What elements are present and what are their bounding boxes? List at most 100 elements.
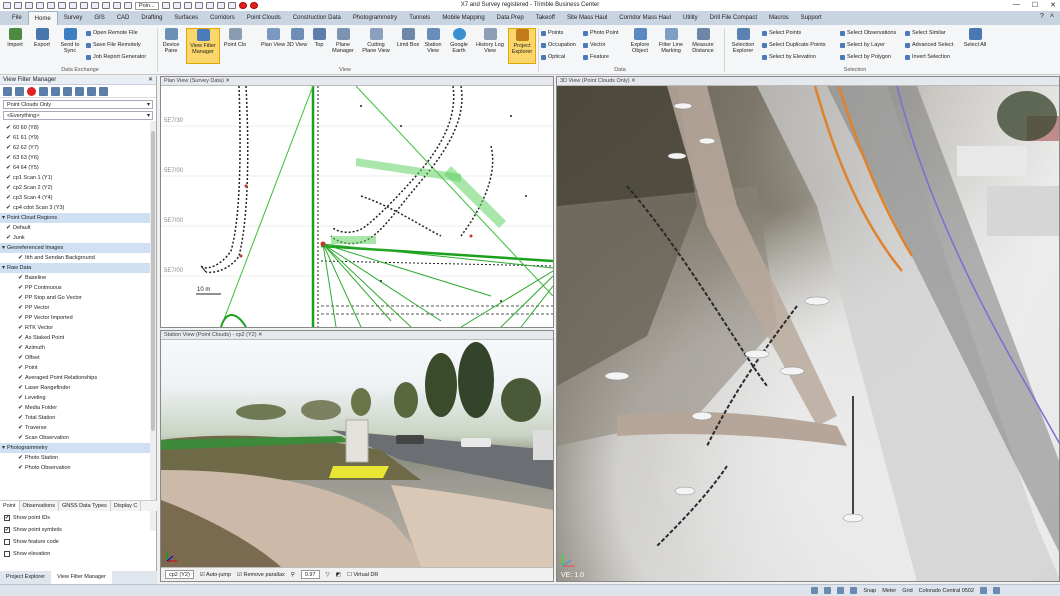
plane-manager-button[interactable]: Plane Manager xyxy=(329,28,357,64)
status-tool-icon[interactable] xyxy=(850,587,858,594)
tree-item[interactable]: ✔ PP Stop and Go Vector xyxy=(0,293,156,303)
undo-icon[interactable] xyxy=(47,2,55,9)
display-option-checkbox[interactable]: Show elevation xyxy=(0,548,157,560)
expand-icon[interactable]: ▾ xyxy=(2,243,5,253)
menu-tab[interactable]: CAD xyxy=(111,11,136,25)
expand-icon[interactable]: ▾ xyxy=(2,263,5,273)
checkbox-icon[interactable]: ✔ xyxy=(18,343,23,353)
checkbox-icon[interactable]: ✔ xyxy=(18,373,23,383)
menu-tab[interactable]: Point Clouds xyxy=(241,11,287,25)
checkbox-icon[interactable]: ✔ xyxy=(18,413,23,423)
menu-tab[interactable]: Mobile Mapping xyxy=(436,11,490,25)
tree-item[interactable]: ✔ 60 60 (Y8) xyxy=(0,123,156,133)
checkbox-icon[interactable]: ✔ xyxy=(6,153,11,163)
snap-icon[interactable] xyxy=(69,2,77,9)
checkbox-icon[interactable]: ✔ xyxy=(18,333,23,343)
record-icon[interactable] xyxy=(238,2,247,9)
filter-line-marking-button[interactable]: Filter Line Marking xyxy=(655,28,687,64)
tree-item[interactable]: ✔ Scan Observation xyxy=(0,433,156,443)
menu-tab[interactable]: Construction Data xyxy=(287,11,347,25)
checkbox-icon[interactable]: ✔ xyxy=(18,453,23,463)
filter-category-tab[interactable]: Point xyxy=(0,501,20,511)
tree-item[interactable]: ✔ cp1 Scan 1 (Y1) xyxy=(0,173,156,183)
station-photo[interactable] xyxy=(161,340,553,567)
checkbox-icon[interactable]: ✔ xyxy=(18,393,23,403)
remove-parallax-checkbox[interactable]: ☑ Remove parallax xyxy=(237,572,285,578)
cube-icon[interactable] xyxy=(75,86,84,96)
zoom-icon[interactable] xyxy=(102,2,110,9)
menu-tab[interactable]: Support xyxy=(795,11,828,25)
panel-tab[interactable]: View Filter Manager xyxy=(51,571,112,584)
checkbox-icon[interactable]: ✔ xyxy=(18,313,23,323)
checkbox-icon[interactable]: ✔ xyxy=(6,223,11,233)
select-all-button[interactable]: Select All xyxy=(962,28,988,64)
vector-button[interactable]: Vector xyxy=(583,42,606,48)
open-icon[interactable] xyxy=(25,2,33,9)
cube-icon[interactable] xyxy=(183,2,192,9)
tree-item[interactable]: ✔ Photo Observation xyxy=(0,463,156,473)
device-pane-button[interactable]: Device Pane xyxy=(158,28,184,64)
checkbox-icon[interactable]: ✔ xyxy=(18,253,23,263)
selection-explorer-button[interactable]: Selection Explorer xyxy=(728,28,758,64)
quick-search-box[interactable]: Poin... xyxy=(135,1,159,10)
filter-category-tab[interactable]: GNSS Data Types xyxy=(59,501,111,511)
pan-icon[interactable] xyxy=(113,2,121,9)
open-remote-file-button[interactable]: Open Remote File xyxy=(86,30,138,36)
help-icon[interactable]: ? xyxy=(1040,13,1044,20)
station-view-tab[interactable]: Station View (Point Clouds) - cp2 (Y2) ✕ xyxy=(161,331,553,340)
menu-tab[interactable]: Tunnels xyxy=(403,11,436,25)
expand-icon[interactable]: ▾ xyxy=(2,213,5,223)
select-icon[interactable] xyxy=(161,2,170,9)
tree-section-header[interactable]: ▾ Point Cloud Regions xyxy=(0,213,156,223)
tree-item[interactable]: ✔ Laser Rangefinder xyxy=(0,383,156,393)
checkbox-icon[interactable]: ✔ xyxy=(18,353,23,363)
tree-item[interactable]: ✔ Azimuth xyxy=(0,343,156,353)
filter-category-tab[interactable]: Observations xyxy=(20,501,59,511)
tree-item[interactable]: ✔ 63 63 (Y6) xyxy=(0,153,156,163)
tree-item[interactable]: ✔ Baseline xyxy=(0,273,156,283)
expand-icon[interactable]: ▾ xyxy=(2,443,5,453)
measure-icon[interactable] xyxy=(91,2,99,9)
explore-object-button[interactable]: Explore Object xyxy=(627,28,653,64)
line-icon[interactable] xyxy=(194,2,203,9)
points-button[interactable]: Points xyxy=(541,30,563,36)
menu-tab[interactable]: Home xyxy=(27,11,58,25)
optical-button[interactable]: Optical xyxy=(541,54,565,60)
minimize-icon[interactable]: — xyxy=(1013,1,1020,9)
tree-item[interactable]: ✔ Traverse xyxy=(0,423,156,433)
select-duplicate-points-button[interactable]: Select Duplicate Points xyxy=(762,42,826,48)
photo-point-button[interactable]: Photo Point xyxy=(583,30,618,36)
menu-tab[interactable]: Survey xyxy=(58,11,89,25)
everything-combo[interactable]: <Everything> xyxy=(3,111,153,120)
color-picker-icon[interactable]: ◩ xyxy=(336,572,341,578)
checkbox-icon[interactable]: ✔ xyxy=(18,323,23,333)
tree-item[interactable]: ✔ cp4 cdot Scan 3 (Y3) xyxy=(0,203,156,213)
display-option-checkbox[interactable]: ✔ Show point symbols xyxy=(0,524,157,536)
close-icon[interactable]: ✕ xyxy=(1050,1,1056,9)
point-cloud-button[interactable]: Point Clo xyxy=(222,28,248,64)
point-icon[interactable] xyxy=(216,2,225,9)
zoom-input[interactable]: 0.97 xyxy=(300,570,320,579)
checkbox-icon[interactable]: ✔ xyxy=(18,403,23,413)
station-view[interactable]: Station View (Point Clouds) - cp2 (Y2) ✕ xyxy=(160,330,554,582)
select-by-polygon-button[interactable]: Select by Polygon xyxy=(840,54,891,60)
grid-icon[interactable] xyxy=(124,2,132,9)
cutting-plane-view-button[interactable]: Cutting Plane View xyxy=(360,28,392,64)
checkbox-icon[interactable]: ✔ xyxy=(18,283,23,293)
google-earth-button[interactable]: Google Earth xyxy=(446,28,472,64)
checkbox-icon[interactable]: ✔ xyxy=(4,527,10,533)
station-view-button[interactable]: Station View xyxy=(420,28,446,64)
menu-tab[interactable]: Drill File Compact xyxy=(704,11,763,25)
select-by-elevation-button[interactable]: Select by Elevation xyxy=(762,54,816,60)
plan-view-button[interactable]: Plan View xyxy=(260,28,286,64)
tree-item[interactable]: ✔ As Staked Point xyxy=(0,333,156,343)
grid-toggle[interactable]: Grid xyxy=(902,588,912,594)
status-tool-icon[interactable] xyxy=(980,587,987,594)
layer-icon[interactable] xyxy=(80,2,88,9)
status-tool-icon[interactable] xyxy=(811,587,819,594)
window-icon[interactable] xyxy=(172,2,181,9)
coordinate-system[interactable]: Colorado Central 0502 xyxy=(919,588,974,594)
tree-item[interactable]: ✔ Media Folder xyxy=(0,403,156,413)
tree-item[interactable]: ✔ 62 62 (Y7) xyxy=(0,143,156,153)
job-report-generator-button[interactable]: Job Report Generator xyxy=(86,54,146,60)
